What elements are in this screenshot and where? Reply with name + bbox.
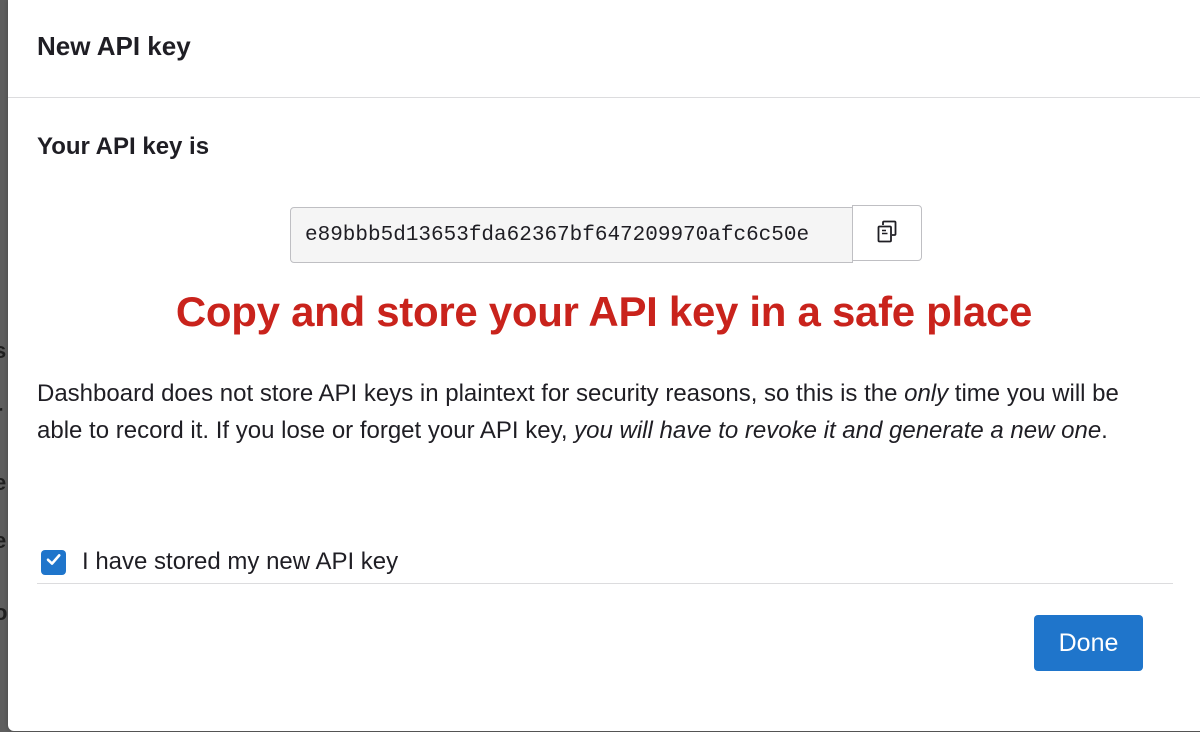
description-text: Dashboard does not store API keys in pla… — [37, 380, 905, 407]
stored-confirmation-row: I have stored my new API key — [41, 548, 398, 576]
api-key-field-group — [290, 205, 922, 263]
modal-title: New API key — [37, 31, 191, 61]
api-key-label: Your API key is — [37, 133, 210, 160]
stored-confirmation-checkbox[interactable] — [41, 549, 66, 575]
copy-api-key-button[interactable] — [852, 205, 922, 261]
api-key-description: Dashboard does not store API keys in pla… — [37, 375, 1167, 449]
description-emphasis-revoke: you will have to revoke it and generate … — [574, 417, 1102, 444]
background-text-fragment: e — [0, 528, 7, 553]
api-key-input[interactable] — [290, 207, 853, 263]
stored-confirmation-label[interactable]: I have stored my new API key — [82, 548, 398, 576]
footer-divider — [37, 583, 1173, 584]
background-text-fragment: r — [0, 400, 3, 426]
description-emphasis-only: only — [904, 380, 949, 407]
background-text-fragment: s — [0, 338, 7, 363]
done-button[interactable]: Done — [1034, 615, 1143, 671]
background-text-fragment: e — [0, 470, 7, 495]
description-text: . — [1101, 417, 1108, 444]
background-text-fragment: o — [0, 600, 8, 625]
modal-header: New API key — [8, 0, 1200, 98]
api-key-warning: Copy and store your API key in a safe pl… — [175, 288, 1033, 335]
new-api-key-modal: New API key Your API key is Copy and sto… — [8, 0, 1200, 731]
checkmark-icon — [45, 551, 62, 573]
copy-icon — [874, 219, 900, 248]
